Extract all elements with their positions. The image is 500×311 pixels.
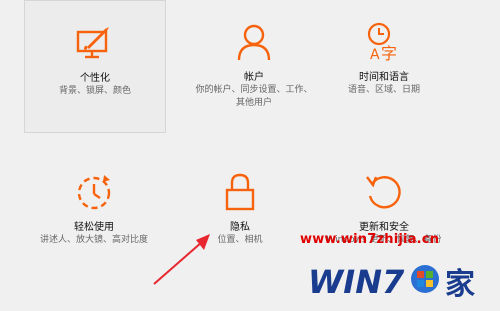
refresh-icon [366,176,401,209]
time-language-icon: A 字 [367,22,397,62]
lock-icon [225,173,255,211]
tile-description: 讲述人、放大镜、高对比度 [39,235,148,245]
tile-time-language[interactable]: A 字 时间和语言 语音、区域、日期 [314,0,454,130]
tile-title: 时间和语言 [359,72,409,83]
personalization-icon [76,27,109,59]
tile-description: 背景、锁屏、颜色 [58,86,131,96]
watermark-logo-text: WIN7 [308,263,405,301]
svg-text:A: A [370,47,380,62]
tile-description: 你的帐户、同步设置、工作、其他用户 [195,85,313,108]
watermark-logo-char: 家 [445,267,475,302]
tile-ease-of-access[interactable]: 轻松使用 讲述人、放大镜、高对比度 [24,150,164,280]
svg-text:字: 字 [381,44,397,62]
tile-title: 个性化 [80,73,110,84]
watermark-logo: WIN7 家 [308,263,475,302]
tile-accounts[interactable]: 帐户 你的帐户、同步设置、工作、其他用户 [184,0,324,130]
tile-title: 更新和安全 [359,222,409,233]
watermark-url: www.win7zhijia.cn [300,232,440,247]
tile-description: 语音、区域、日期 [347,85,420,95]
annotation-arrow [153,234,210,285]
tile-title: 帐户 [244,72,264,83]
tile-title: 轻松使用 [74,222,114,233]
tile-personalization[interactable]: 个性化 背景、锁屏、颜色 [24,0,166,133]
person-icon [237,24,271,61]
ease-of-access-icon [77,175,111,210]
